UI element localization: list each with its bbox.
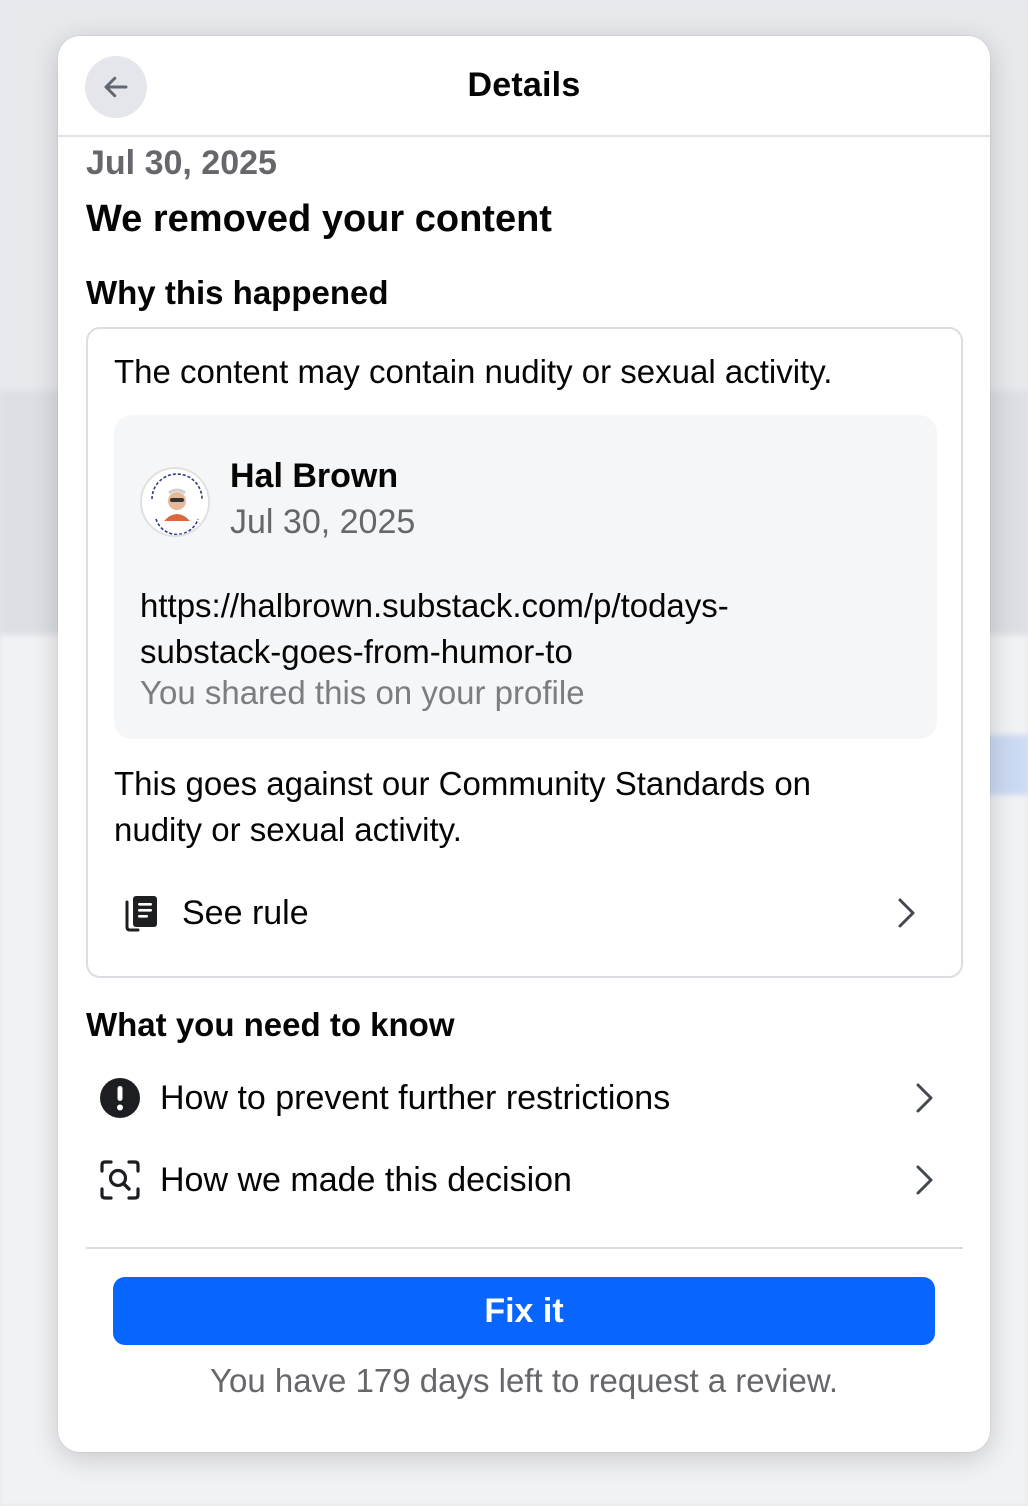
post-date: Jul 30, 2025 xyxy=(230,503,416,541)
reason-text: The content may contain nudity or sexual… xyxy=(114,353,833,390)
post-link-line: substack-goes-from-humor-to xyxy=(140,633,573,670)
post-link[interactable]: https://halbrown.substack.com/p/todays- … xyxy=(140,583,900,675)
standards-line: nudity or sexual activity. xyxy=(114,811,462,848)
post-link-line: https://halbrown.substack.com/p/todays- xyxy=(140,587,729,624)
profile-photo-icon xyxy=(143,470,208,535)
decision-info-row[interactable]: How we made this decision xyxy=(86,1142,963,1218)
standards-text: This goes against our Community Standard… xyxy=(114,761,934,853)
chevron-right-icon xyxy=(916,1083,933,1113)
post-shared-note: You shared this on your profile xyxy=(140,674,585,711)
standards-line: This goes against our Community Standard… xyxy=(114,765,812,802)
scan-search-icon xyxy=(100,1160,140,1200)
details-dialog: Details Jul 30, 2025 We removed your con… xyxy=(58,36,990,1452)
avatar xyxy=(140,467,210,537)
chevron-right-icon xyxy=(898,898,915,928)
removed-post-preview[interactable]: Hal Brown Jul 30, 2025 https://halbrown.… xyxy=(114,415,937,739)
footer-divider xyxy=(86,1247,963,1249)
know-item-label: How we made this decision xyxy=(160,1160,572,1199)
see-rule-row[interactable]: See rule xyxy=(104,877,947,949)
reason-card: The content may contain nudity or sexual… xyxy=(86,327,963,978)
review-deadline-note: You have 179 days left to request a revi… xyxy=(209,1362,839,1399)
prevent-restrictions-row[interactable]: How to prevent further restrictions xyxy=(86,1060,963,1136)
post-author: Hal Brown xyxy=(230,457,399,495)
notice-title: We removed your content xyxy=(86,198,552,240)
alert-circle-icon xyxy=(100,1078,140,1118)
see-rule-label: See rule xyxy=(182,893,309,932)
know-item-label: How to prevent further restrictions xyxy=(160,1078,671,1117)
know-section-title: What you need to know xyxy=(86,1006,455,1043)
notice-date: Jul 30, 2025 xyxy=(86,144,277,182)
chevron-right-icon xyxy=(916,1165,933,1195)
why-section-title: Why this happened xyxy=(86,274,389,311)
dialog-title: Details xyxy=(467,66,581,104)
dialog-header: Details xyxy=(58,36,990,137)
rulebook-icon xyxy=(125,896,157,932)
fix-it-button[interactable]: Fix it xyxy=(113,1277,935,1345)
